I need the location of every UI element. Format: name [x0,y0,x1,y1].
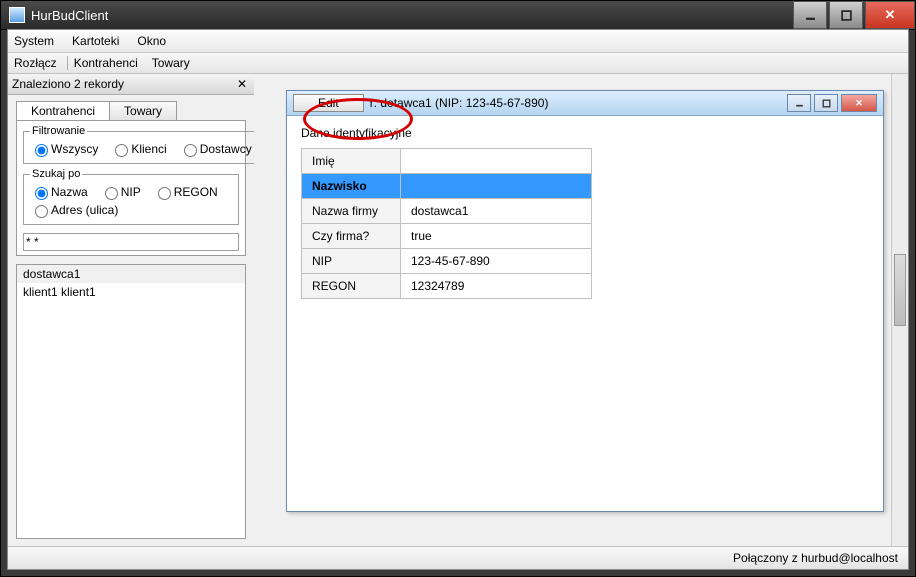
row-value: 12324789 [401,274,592,299]
window-maximize-button[interactable] [829,1,863,29]
toolbar-kontrahenci[interactable]: Kontrahenci [74,56,138,70]
row-label: Nazwisko [302,174,401,199]
menu-system[interactable]: System [14,34,54,48]
status-bar: Połączony z hurbud@localhost [8,546,908,569]
list-item[interactable]: dostawca1 [17,265,245,283]
filter-klienci[interactable]: Klienci [110,141,166,157]
row-value: 123-45-67-890 [401,249,592,274]
result-list[interactable]: dostawca1 klient1 klient1 [16,264,246,539]
row-label: Imię [302,149,401,174]
mdi-area: Edit r: dotawca1 (NIP: 123-45-67-890) ✕ … [254,74,908,547]
table-row[interactable]: Nazwisko [302,174,592,199]
row-label: Czy firma? [302,224,401,249]
toolbar-separator [67,56,68,70]
row-value [401,174,592,199]
left-panel: Znaleziono 2 rekordy ✕ Kontrahenci Towar… [8,74,255,547]
toolbar-rozlacz[interactable]: Rozłącz [14,56,57,70]
search-regon[interactable]: REGON [153,184,218,200]
menu-okno[interactable]: Okno [137,34,166,48]
filter-dostawcy-radio[interactable] [184,144,197,157]
filter-wszyscy[interactable]: Wszyscy [30,141,98,157]
app-window: HurBudClient ✕ System Kartoteki Okno Roz… [0,0,916,577]
filter-fieldset: Filtrowanie Wszyscy Klienci Dostawcy [23,125,271,164]
window-close-button[interactable]: ✕ [865,1,915,29]
child-window-title: r: dotawca1 (NIP: 123-45-67-890) [370,96,784,110]
search-legend: Szukaj po [30,168,82,180]
child-window: Edit r: dotawca1 (NIP: 123-45-67-890) ✕ … [286,90,884,512]
child-body: Dane identyfikacyjne ImięNazwiskoNazwa f… [287,116,883,309]
table-row[interactable]: REGON12324789 [302,274,592,299]
row-label: NIP [302,249,401,274]
child-minimize-button[interactable] [787,94,811,112]
list-item[interactable]: klient1 klient1 [17,283,245,301]
mdi-scrollbar[interactable] [891,74,908,547]
search-nip[interactable]: NIP [100,184,141,200]
row-value: true [401,224,592,249]
tab-kontrahenci[interactable]: Kontrahenci [16,101,110,120]
edit-button[interactable]: Edit [293,94,364,112]
status-text: Połączony z hurbud@localhost [733,551,898,565]
table-row[interactable]: Nazwa firmydostawca1 [302,199,592,224]
menu-kartoteki[interactable]: Kartoteki [72,34,119,48]
search-regon-radio[interactable] [158,187,171,200]
search-nazwa[interactable]: Nazwa [30,184,88,200]
window-minimize-button[interactable] [793,1,827,29]
app-title: HurBudClient [31,8,791,23]
app-icon [9,7,25,23]
client-area: System Kartoteki Okno Rozłącz Kontrahenc… [7,29,909,570]
search-nip-radio[interactable] [105,187,118,200]
close-icon: ✕ [885,7,896,23]
tab-towary[interactable]: Towary [109,101,177,120]
details-grid[interactable]: ImięNazwiskoNazwa firmydostawca1Czy firm… [301,148,592,299]
titlebar[interactable]: HurBudClient ✕ [1,1,915,30]
panel-header-text: Znaleziono 2 rekordy [12,77,234,91]
toolbar-towary[interactable]: Towary [152,56,190,70]
child-close-button[interactable]: ✕ [841,94,877,112]
child-titlebar[interactable]: Edit r: dotawca1 (NIP: 123-45-67-890) ✕ [287,91,883,116]
row-label: Nazwa firmy [302,199,401,224]
section-title: Dane identyfikacyjne [301,126,869,140]
tab-page: Filtrowanie Wszyscy Klienci Dostawcy Szu… [16,120,246,256]
filter-dostawcy[interactable]: Dostawcy [179,141,252,157]
menubar[interactable]: System Kartoteki Okno [8,30,908,53]
table-row[interactable]: NIP123-45-67-890 [302,249,592,274]
row-value [401,149,592,174]
row-label: REGON [302,274,401,299]
table-row[interactable]: Czy firma?true [302,224,592,249]
scrollbar-thumb[interactable] [894,254,906,326]
filter-wszyscy-radio[interactable] [35,144,48,157]
search-adres-radio[interactable] [35,205,48,218]
search-adres[interactable]: Adres (ulica) [30,202,118,218]
search-fieldset: Szukaj po Nazwa NIP REGON Adres (ulica) [23,168,239,225]
panel-close-button[interactable]: ✕ [234,77,250,91]
row-value: dostawca1 [401,199,592,224]
table-row[interactable]: Imię [302,149,592,174]
filter-legend: Filtrowanie [30,125,87,137]
search-nazwa-radio[interactable] [35,187,48,200]
filter-klienci-radio[interactable] [115,144,128,157]
search-input[interactable] [23,233,239,251]
panel-header: Znaleziono 2 rekordy ✕ [8,74,254,95]
toolbar: Rozłącz Kontrahenci Towary [8,53,908,74]
child-maximize-button[interactable] [814,94,838,112]
